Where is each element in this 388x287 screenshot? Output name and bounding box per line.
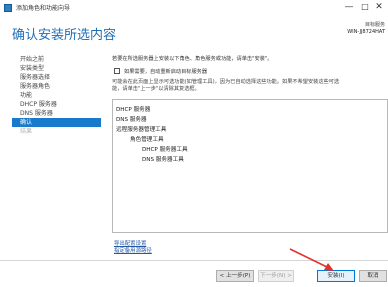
list-item: DNS 服务器工具 <box>142 157 184 163</box>
intro-text: 若要在所选服务器上安装以下角色、角色服务或功能，请单击"安装"。 <box>112 56 273 62</box>
nav-item-dns-server[interactable]: DNS 服务器 <box>12 109 101 118</box>
destination-server-label: 目标服务 <box>364 22 385 28</box>
nav-item-installation-type[interactable]: 安装类型 <box>12 64 101 73</box>
nav-item-confirmation[interactable]: 确认 <box>12 118 101 127</box>
footer-divider <box>0 260 388 261</box>
annotation-arrow-line <box>289 248 330 269</box>
alternate-source-path-link[interactable]: 指定备用源路径 <box>114 246 152 254</box>
minimize-button[interactable]: — <box>342 1 356 13</box>
maximize-button[interactable]: □ <box>358 1 372 13</box>
window-title: 添加角色和功能向导 <box>16 5 71 12</box>
restart-checkbox-label[interactable]: 如果需要，自动重新启动目标服务器 <box>124 68 207 75</box>
nav-item-features[interactable]: 功能 <box>12 91 101 100</box>
nav-item-dhcp-server[interactable]: DHCP 服务器 <box>12 100 101 109</box>
install-button[interactable]: 安装(I) <box>317 270 355 282</box>
nav-item-results: 结果 <box>20 128 33 135</box>
list-item: DNS 服务器 <box>116 117 147 123</box>
list-item: 角色管理工具 <box>130 137 164 143</box>
optional-features-note-cont: 能，请单击"上一步"以清除其复选框。 <box>112 86 200 92</box>
close-button[interactable]: ✕ <box>372 1 386 13</box>
destination-server-value: WIN-JJ8724HAT <box>347 29 385 35</box>
next-button: 下一步(N) > <box>258 270 294 282</box>
list-item: DHCP 服务器 <box>116 107 151 113</box>
wizard-nav: 开始之前 安装类型 服务器选择 服务器角色 功能 DHCP 服务器 DNS 服务… <box>12 55 101 136</box>
nav-item-server-roles[interactable]: 服务器角色 <box>12 82 101 91</box>
selected-features-list: DHCP 服务器 DNS 服务器 远程服务器管理工具 角色管理工具 DHCP 服… <box>112 99 388 233</box>
list-item: 远程服务器管理工具 <box>116 127 167 133</box>
cancel-button[interactable]: 取消 <box>359 270 387 282</box>
previous-button[interactable]: < 上一步(P) <box>216 270 254 282</box>
nav-item-before-you-begin[interactable]: 开始之前 <box>12 55 101 64</box>
optional-features-note: 可能会在此页面上显示可选功能(如管理工具)，因为已自动选择这些功能。如果不希望安… <box>112 79 340 85</box>
restart-checkbox[interactable] <box>114 68 120 74</box>
page-title: 确认安装所选内容 <box>12 28 117 43</box>
list-item: DHCP 服务器工具 <box>142 147 188 153</box>
title-bar: 添加角色和功能向导 — □ ✕ <box>0 0 388 16</box>
nav-item-server-selection[interactable]: 服务器选择 <box>12 73 101 82</box>
server-manager-icon <box>4 4 12 12</box>
